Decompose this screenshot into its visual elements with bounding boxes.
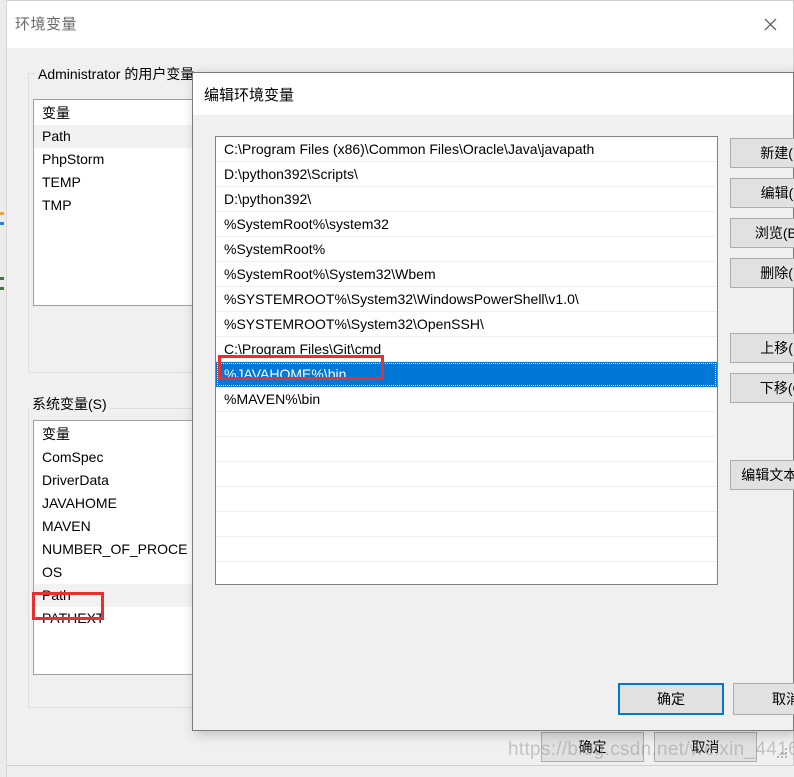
path-entry-row-empty[interactable] <box>216 412 717 437</box>
delete-button[interactable]: 删除(D) <box>730 258 794 288</box>
edit-dialog-titlebar: 编辑环境变量 <box>193 73 793 115</box>
edit-dialog-title: 编辑环境变量 <box>204 87 295 104</box>
env-window-title: 环境变量 <box>15 16 78 33</box>
background-window-sliver <box>0 0 7 777</box>
path-entries-list[interactable]: C:\Program Files (x86)\Common Files\Orac… <box>215 136 718 585</box>
edit-button[interactable]: 编辑(E) <box>730 178 794 208</box>
edit-environment-variable-dialog: 编辑环境变量 C:\Program Files (x86)\Common Fil… <box>192 72 794 731</box>
edit-dialog-body: C:\Program Files (x86)\Common Files\Orac… <box>193 115 794 730</box>
path-entry-row[interactable]: %MAVEN%\bin <box>216 387 717 412</box>
path-entry-row-empty[interactable] <box>216 487 717 512</box>
path-entry-row[interactable]: %SYSTEMROOT%\System32\WindowsPowerShell\… <box>216 287 717 312</box>
edit-dialog-cancel-button[interactable]: 取消 <box>733 683 794 715</box>
sliver-mark-orange <box>0 212 4 215</box>
path-entry-row[interactable]: C:\Program Files\Git\cmd <box>216 337 717 362</box>
path-entry-row-empty[interactable] <box>216 437 717 462</box>
sliver-mark-blue <box>0 222 4 225</box>
path-entry-row-empty[interactable] <box>216 462 717 487</box>
user-variables-label: Administrator 的用户变量 <box>35 64 198 84</box>
watermark-text: https://blog.csdn.net/weixin_44162239 <box>508 739 794 760</box>
env-window-titlebar: 环境变量 <box>7 1 793 49</box>
path-entry-row[interactable]: %SystemRoot%\system32 <box>216 212 717 237</box>
new-button[interactable]: 新建(N) <box>730 138 794 168</box>
path-entry-row[interactable]: %SystemRoot% <box>216 237 717 262</box>
move-down-button[interactable]: 下移(O) <box>730 373 794 403</box>
screenshot-root: 环境变量 Administrator 的用户变量 变量 Path PhpStor… <box>0 0 794 777</box>
sliver-mark-green-2 <box>0 287 4 290</box>
edit-dialog-ok-button[interactable]: 确定 <box>618 683 724 715</box>
path-entry-row-empty[interactable] <box>216 537 717 562</box>
move-up-button[interactable]: 上移(U) <box>730 333 794 363</box>
path-entry-row[interactable]: %SystemRoot%\System32\Wbem <box>216 262 717 287</box>
system-variables-label: 系统变量(S) <box>29 394 110 414</box>
browse-button[interactable]: 浏览(B)... <box>730 218 794 248</box>
path-entry-row[interactable]: C:\Program Files (x86)\Common Files\Orac… <box>216 137 717 162</box>
sliver-mark-green <box>0 277 4 280</box>
path-entry-row[interactable]: %SYSTEMROOT%\System32\OpenSSH\ <box>216 312 717 337</box>
path-entry-row-empty[interactable] <box>216 562 717 584</box>
path-entry-row-selected[interactable]: %JAVAHOME%\bin <box>216 362 717 387</box>
path-entry-row[interactable]: D:\python392\ <box>216 187 717 212</box>
path-entry-row[interactable]: D:\python392\Scripts\ <box>216 162 717 187</box>
close-icon[interactable] <box>747 1 793 47</box>
edit-text-button[interactable]: 编辑文本(T)... <box>730 460 794 490</box>
path-entry-row-empty[interactable] <box>216 512 717 537</box>
